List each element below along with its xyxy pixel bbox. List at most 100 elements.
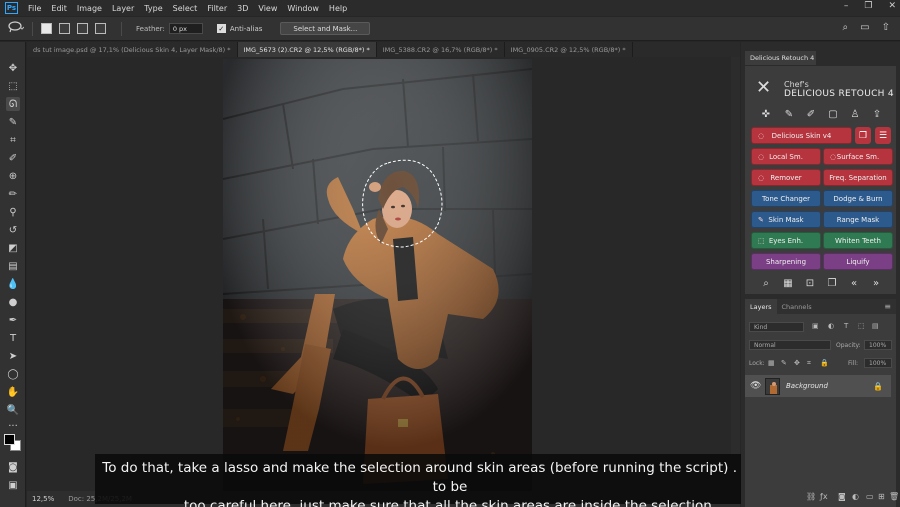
retouch-upload-icon[interactable]: ⇪ — [870, 108, 884, 120]
delicious-retouch-tab[interactable]: Delicious Retouch 4 — [745, 51, 816, 65]
maximize-button[interactable]: ❐ — [864, 1, 872, 11]
feather-input[interactable] — [168, 23, 203, 34]
panel-menu-icon[interactable]: ≡ — [884, 302, 891, 311]
add-to-selection-button[interactable] — [59, 23, 70, 34]
blend-mode-select[interactable]: Normal — [749, 340, 831, 350]
duplicate-icon[interactable]: ❐ — [825, 277, 839, 289]
skin-mask-button[interactable]: ✎ Skin Mask — [751, 211, 821, 228]
remover-button[interactable]: ◌ Remover — [751, 169, 821, 186]
link-layers-icon[interactable]: ⛓ — [806, 492, 816, 501]
minimize-button[interactable]: – — [844, 1, 849, 11]
eyes-enhance-button[interactable]: ⬚ Eyes Enh. — [751, 232, 821, 249]
path-selection-tool-icon[interactable]: ➤ — [6, 349, 20, 363]
lasso-tool-icon[interactable]: ᘏ — [6, 97, 20, 111]
filter-type-icon[interactable]: T — [844, 322, 848, 330]
zoom-tool-icon[interactable]: 🔍 — [6, 403, 20, 417]
search-icon[interactable]: ⌕ — [759, 277, 773, 289]
menu-3d[interactable]: 3D — [237, 4, 248, 13]
tab-ds-tut-image[interactable]: ds tut image.psd @ 17,1% (Delicious Skin… — [27, 42, 238, 57]
retouch-eraser-icon[interactable]: ✐ — [804, 108, 818, 120]
tab-img-5388[interactable]: IMG_5388.CR2 @ 16,7% (RGB/8*) * — [377, 42, 505, 57]
sliders-icon[interactable]: ☰ — [875, 127, 891, 144]
liquify-button[interactable]: Liquify — [823, 253, 893, 270]
menu-image[interactable]: Image — [77, 4, 102, 13]
delicious-skin-button[interactable]: ◌ Delicious Skin v4 — [751, 127, 852, 144]
dodge-tool-icon[interactable]: ● — [6, 295, 20, 309]
menu-layer[interactable]: Layer — [112, 4, 134, 13]
filter-shape-icon[interactable]: ⬚ — [858, 322, 865, 330]
menu-type[interactable]: Type — [144, 4, 162, 13]
retouch-pencil-icon[interactable]: ✎ — [782, 108, 796, 120]
layer-row-background[interactable]: 👁 Background 🔒 — [745, 375, 891, 397]
lock-all-icon[interactable]: 🔒 — [820, 359, 829, 367]
shape-tool-icon[interactable]: ◯ — [6, 367, 20, 381]
share-icon[interactable]: ⇧ — [882, 22, 890, 33]
pen-tool-icon[interactable]: ✒ — [6, 313, 20, 327]
history-brush-tool-icon[interactable]: ↺ — [6, 223, 20, 237]
eraser-tool-icon[interactable]: ◩ — [6, 241, 20, 255]
canvas-vertical-scrollbar[interactable] — [731, 57, 740, 491]
gradient-tool-icon[interactable]: ▤ — [6, 259, 20, 273]
lock-artboard-icon[interactable]: ⌗ — [807, 359, 811, 368]
menu-help[interactable]: Help — [329, 4, 347, 13]
range-mask-button[interactable]: Range Mask — [823, 211, 893, 228]
antialias-checkbox[interactable]: ✓ — [216, 24, 226, 33]
menu-filter[interactable]: Filter — [207, 4, 227, 13]
menu-file[interactable]: File — [28, 4, 41, 13]
film-icon[interactable]: ▦ — [781, 277, 795, 289]
lock-paint-icon[interactable]: ✎ — [781, 359, 787, 367]
menu-edit[interactable]: Edit — [51, 4, 67, 13]
marquee-tool-icon[interactable]: ⬚ — [6, 79, 20, 93]
move-tool-icon[interactable]: ✥ — [6, 61, 20, 75]
new-fill-layer-icon[interactable]: ◐ — [852, 492, 859, 501]
close-button[interactable]: ✕ — [888, 1, 896, 11]
menu-view[interactable]: View — [258, 4, 277, 13]
chevron-right-icon[interactable]: » — [869, 277, 883, 289]
blur-tool-icon[interactable]: 💧 — [6, 277, 20, 291]
visibility-eye-icon[interactable]: 👁 — [750, 381, 762, 391]
foreground-color-swatch[interactable] — [4, 434, 15, 445]
retouch-brush-icon[interactable]: ✜ — [759, 108, 773, 120]
surface-smoothing-button[interactable]: ◌ Surface Sm. — [823, 148, 893, 165]
freq-separation-button[interactable]: Freq. Separation — [823, 169, 893, 186]
filter-smart-object-icon[interactable]: ▤ — [872, 322, 879, 330]
filter-adjustment-icon[interactable]: ◐ — [828, 322, 834, 330]
dodge-burn-button[interactable]: Dodge & Burn — [823, 190, 893, 207]
zoom-level[interactable]: 12,5% — [32, 495, 54, 503]
retouch-mask-icon[interactable]: ▢ — [826, 108, 840, 120]
chevron-left-icon[interactable]: « — [847, 277, 861, 289]
new-layer-icon[interactable]: ⊞ — [878, 492, 885, 501]
workspace-icon[interactable]: ▭ — [860, 22, 869, 33]
new-selection-button[interactable] — [41, 23, 52, 34]
layer-filter-kind[interactable]: Kind — [749, 322, 804, 332]
tab-channels[interactable]: Channels — [777, 299, 817, 314]
clone-stamp-tool-icon[interactable]: ⚲ — [6, 205, 20, 219]
document-canvas[interactable] — [27, 57, 740, 491]
tab-img-0905[interactable]: IMG_0905.CR2 @ 12,5% (RGB/8*) * — [505, 42, 633, 57]
hand-tool-icon[interactable]: ✋ — [6, 385, 20, 399]
fill-input[interactable]: 100% — [864, 358, 892, 368]
add-mask-icon[interactable]: ◙ — [838, 492, 846, 501]
crop-tool-icon[interactable]: ⌗ — [6, 133, 20, 147]
select-and-mask-button[interactable]: Select and Mask... — [280, 22, 371, 35]
screen-mode-icon[interactable]: ▣ — [6, 478, 20, 492]
lock-position-icon[interactable]: ✥ — [794, 359, 800, 367]
retouch-person-icon[interactable]: ♙ — [848, 108, 862, 120]
eyedropper-tool-icon[interactable]: ✐ — [6, 151, 20, 165]
tab-img-5673[interactable]: IMG_5673 (2).CR2 @ 12,5% (RGB/8*) * — [237, 42, 377, 57]
healing-brush-tool-icon[interactable]: ⊕ — [6, 169, 20, 183]
layer-style-icon[interactable]: ƒx — [820, 492, 828, 501]
layers-copy-icon[interactable]: ❐ — [855, 127, 871, 144]
sharpening-button[interactable]: Sharpening — [751, 253, 821, 270]
lock-transparency-icon[interactable]: ▦ — [768, 359, 775, 367]
search-icon[interactable]: ⌕ — [843, 22, 849, 33]
intersect-selection-button[interactable] — [95, 23, 106, 34]
brush-tool-icon[interactable]: ✏ — [6, 187, 20, 201]
more-tools-icon[interactable]: ··· — [6, 419, 20, 433]
tab-layers[interactable]: Layers — [745, 299, 777, 314]
tone-changer-button[interactable]: Tone Changer — [751, 190, 821, 207]
type-tool-icon[interactable]: T — [6, 331, 20, 345]
frame-icon[interactable]: ⊡ — [803, 277, 817, 289]
opacity-input[interactable]: 100% — [864, 340, 892, 350]
local-smoothing-button[interactable]: ◌ Local Sm. — [751, 148, 821, 165]
